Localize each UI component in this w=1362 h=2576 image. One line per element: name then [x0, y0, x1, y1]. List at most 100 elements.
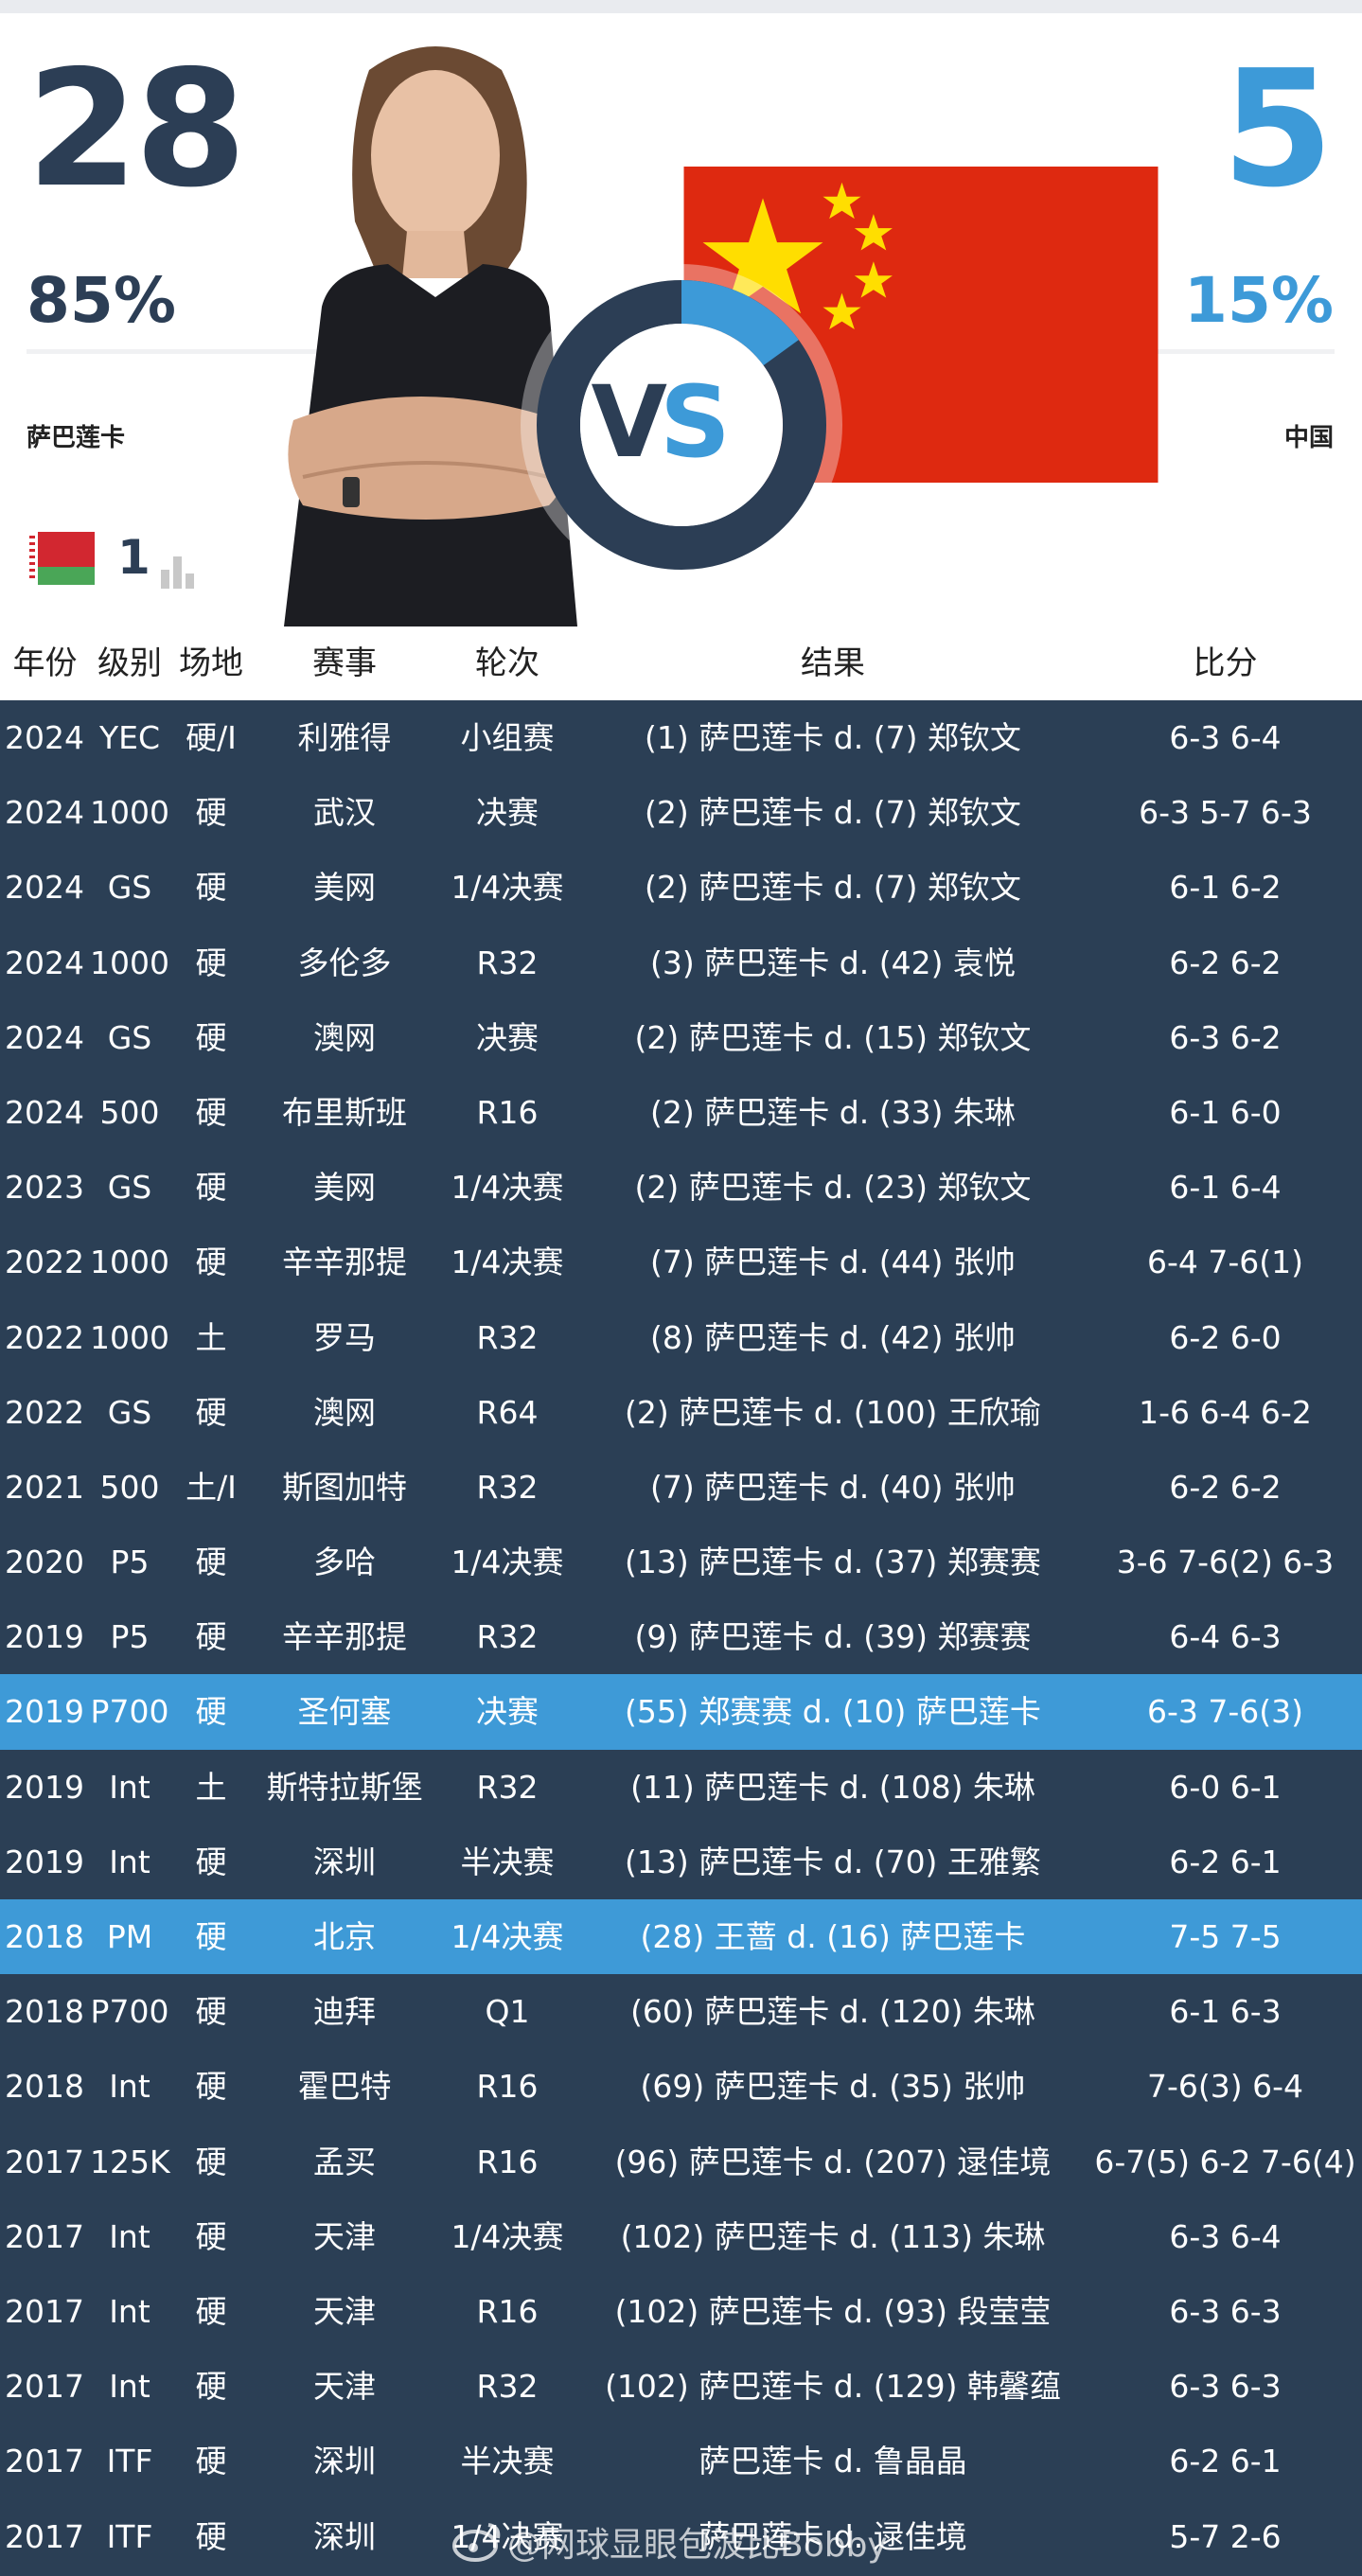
- col-year: 年份: [12, 644, 78, 682]
- cell-round: 1/4决赛: [451, 869, 564, 907]
- table-row[interactable]: 2024 YEC 硬/I 利雅得 小组赛 (1) 萨巴莲卡 d. (7) 郑钦文 6-3 6…: [0, 700, 1362, 775]
- cell-year: 2019: [5, 1618, 84, 1656]
- cell-event: 辛辛那提: [282, 1244, 407, 1281]
- cell-event: 布里斯班: [282, 1093, 407, 1131]
- table-row[interactable]: 2022 1000 土 罗马 R32 (8) 萨巴莲卡 d. (42) 张帅 6-2 6-0: [0, 1300, 1362, 1375]
- cell-score: 7-6(3) 6-4: [1146, 2068, 1304, 2106]
- cell-round: 半决赛: [460, 1843, 555, 1880]
- left-player-name[interactable]: 萨巴莲卡: [27, 418, 125, 453]
- cell-year: 2018: [5, 1918, 84, 1955]
- cell-surface: 硬: [195, 1018, 227, 1056]
- cell-score: 6-7(5) 6-2 7-6(4): [1094, 2143, 1356, 2180]
- cell-round: R16: [476, 2292, 539, 2330]
- cell-event: 武汉: [313, 794, 376, 832]
- cell-result: (11) 萨巴莲卡 d. (108) 朱琳: [630, 1768, 1035, 1806]
- table-row[interactable]: 2021 500 土/I 斯图加特 R32 (7) 萨巴莲卡 d. (40) 张帅 6-2 …: [0, 1450, 1362, 1525]
- cell-surface: 硬: [195, 2517, 227, 2555]
- cell-year: 2022: [5, 1393, 84, 1431]
- cell-surface: 硬: [195, 1169, 227, 1207]
- table-row[interactable]: 2022 1000 硬 辛辛那提 1/4决赛 (7) 萨巴莲卡 d. (44) 张帅 6-4…: [0, 1225, 1362, 1299]
- cell-event: 多伦多: [297, 944, 392, 981]
- cell-level: 1000: [90, 1318, 169, 1356]
- vs-letter-v: V: [592, 364, 668, 480]
- cell-surface: 硬: [195, 944, 227, 981]
- cell-score: 5-7 2-6: [1169, 2517, 1282, 2555]
- cell-event: 罗马: [313, 1318, 376, 1356]
- table-row[interactable]: 2018 P700 硬 迪拜 Q1 (60) 萨巴莲卡 d. (120) 朱琳 6-1 6-…: [0, 1974, 1362, 2049]
- cell-year: 2018: [5, 2068, 84, 2106]
- table-row[interactable]: 2017 Int 硬 天津 R16 (102) 萨巴莲卡 d. (93) 段莹莹 6-3 6…: [0, 2274, 1362, 2349]
- cell-round: R32: [476, 1318, 539, 1356]
- cell-score: 6-2 6-2: [1169, 1468, 1282, 1506]
- table-row[interactable]: 2019 P5 硬 辛辛那提 R32 (9) 萨巴莲卡 d. (39) 郑赛赛 6-4 6-…: [0, 1599, 1362, 1674]
- table-row[interactable]: 2017 125K 硬 孟买 R16 (96) 萨巴莲卡 d. (207) 逯佳境 6-7(…: [0, 2125, 1362, 2199]
- cell-event: 天津: [313, 2368, 376, 2406]
- cell-result: (102) 萨巴莲卡 d. (93) 段莹莹: [614, 2292, 1052, 2330]
- cell-result: (60) 萨巴莲卡 d. (120) 朱琳: [630, 1993, 1035, 2031]
- cell-level: Int: [109, 2217, 150, 2255]
- col-level: 级别: [97, 644, 162, 682]
- cell-round: 决赛: [476, 1018, 539, 1056]
- h2h-header: 28 5 85% 15% 萨巴莲卡 中国 1 V S: [0, 13, 1362, 626]
- col-result: 结果: [801, 644, 865, 682]
- table-row[interactable]: 2024 500 硬 布里斯班 R16 (2) 萨巴莲卡 d. (33) 朱琳 6-1 6-…: [0, 1075, 1362, 1150]
- cell-surface: 土: [195, 1768, 227, 1806]
- cell-level: P700: [90, 1993, 169, 2031]
- table-row[interactable]: 2018 PM 硬 北京 1/4决赛 (28) 王蔷 d. (16) 萨巴莲卡 7-5 7-…: [0, 1899, 1362, 1975]
- table-row[interactable]: 2019 Int 土 斯特拉斯堡 R32 (11) 萨巴莲卡 d. (108) 朱琳 6-0…: [0, 1750, 1362, 1825]
- cell-year: 2018: [5, 1993, 84, 2031]
- table-row[interactable]: 2017 ITF 硬 深圳 半决赛 萨巴莲卡 d. 鲁晶晶 6-2 6-1: [0, 2424, 1362, 2498]
- cell-round: R32: [476, 944, 539, 981]
- cell-result: (2) 萨巴莲卡 d. (23) 郑钦文: [634, 1169, 1032, 1207]
- table-row[interactable]: 2019 P700 硬 圣何塞 决赛 (55) 郑赛赛 d. (10) 萨巴莲卡 6-3 7…: [0, 1674, 1362, 1750]
- cell-round: Q1: [485, 1993, 530, 2031]
- cell-year: 2024: [5, 869, 84, 907]
- cell-round: R16: [476, 2068, 539, 2106]
- cell-event: 孟买: [313, 2143, 376, 2180]
- cell-level: YEC: [98, 719, 161, 756]
- right-team-name[interactable]: 中国: [1284, 418, 1334, 453]
- cell-round: R32: [476, 1768, 539, 1806]
- cell-surface: 硬: [195, 1693, 227, 1731]
- cell-year: 2017: [5, 2217, 84, 2255]
- cell-year: 2020: [5, 1544, 84, 1581]
- cell-year: 2019: [5, 1693, 84, 1731]
- cell-event: 斯特拉斯堡: [266, 1768, 423, 1806]
- cell-year: 2022: [5, 1244, 84, 1281]
- table-row[interactable]: 2024 1000 硬 武汉 决赛 (2) 萨巴莲卡 d. (7) 郑钦文 6-3 5-7 …: [0, 775, 1362, 850]
- cell-result: (2) 萨巴莲卡 d. (7) 郑钦文: [645, 794, 1021, 832]
- cell-event: 深圳: [313, 2517, 376, 2555]
- cell-surface: 硬: [195, 2292, 227, 2330]
- table-row[interactable]: 2024 1000 硬 多伦多 R32 (3) 萨巴莲卡 d. (42) 袁悦 6-2 6-…: [0, 926, 1362, 1000]
- table-row[interactable]: 2024 GS 硬 澳网 决赛 (2) 萨巴莲卡 d. (15) 郑钦文 6-3 6-2: [0, 1000, 1362, 1075]
- cell-round: R32: [476, 1618, 539, 1656]
- cell-result: (3) 萨巴莲卡 d. (42) 袁悦: [650, 944, 1016, 981]
- cell-level: GS: [107, 1169, 152, 1207]
- vs-win-ratio-ring: V S: [521, 264, 842, 586]
- cell-year: 2024: [5, 944, 84, 981]
- table-row[interactable]: 2019 Int 硬 深圳 半决赛 (13) 萨巴莲卡 d. (70) 王雅繁 6-2 6-…: [0, 1825, 1362, 1899]
- cell-event: 迪拜: [313, 1993, 376, 2031]
- cell-score: 7-5 7-5: [1169, 1918, 1282, 1955]
- table-row[interactable]: 2022 GS 硬 澳网 R64 (2) 萨巴莲卡 d. (100) 王欣瑜 1-6 6-4…: [0, 1375, 1362, 1450]
- cell-result: (2) 萨巴莲卡 d. (15) 郑钦文: [634, 1018, 1032, 1056]
- cell-round: R16: [476, 1093, 539, 1131]
- cell-year: 2024: [5, 794, 84, 832]
- table-row[interactable]: 2017 Int 硬 天津 1/4决赛 (102) 萨巴莲卡 d. (113) 朱琳 6-3…: [0, 2199, 1362, 2274]
- cell-level: Int: [109, 1768, 150, 1806]
- table-row[interactable]: 2024 GS 硬 美网 1/4决赛 (2) 萨巴莲卡 d. (7) 郑钦文 6-1 6-2: [0, 850, 1362, 925]
- col-round: 轮次: [475, 644, 539, 682]
- cell-round: R32: [476, 1468, 539, 1506]
- cell-year: 2022: [5, 1318, 84, 1356]
- cell-surface: 硬: [195, 2443, 227, 2480]
- table-row[interactable]: 2023 GS 硬 美网 1/4决赛 (2) 萨巴莲卡 d. (23) 郑钦文 6-1 6-…: [0, 1150, 1362, 1225]
- left-wins-count: 28: [27, 36, 247, 223]
- cell-surface: 硬: [195, 1843, 227, 1880]
- table-row[interactable]: 2020 P5 硬 多哈 1/4决赛 (13) 萨巴莲卡 d. (37) 郑赛赛 3-6 7…: [0, 1525, 1362, 1599]
- table-row[interactable]: 2018 Int 硬 霍巴特 R16 (69) 萨巴莲卡 d. (35) 张帅 7-6(3)…: [0, 2049, 1362, 2124]
- cell-score: 6-1 6-4: [1169, 1169, 1282, 1207]
- cell-event: 深圳: [313, 1843, 376, 1880]
- table-row[interactable]: 2017 Int 硬 天津 R32 (102) 萨巴莲卡 d. (129) 韩馨蕴 6-3 …: [0, 2349, 1362, 2424]
- right-wins-count: 5: [1221, 36, 1334, 223]
- cell-level: 500: [99, 1093, 160, 1131]
